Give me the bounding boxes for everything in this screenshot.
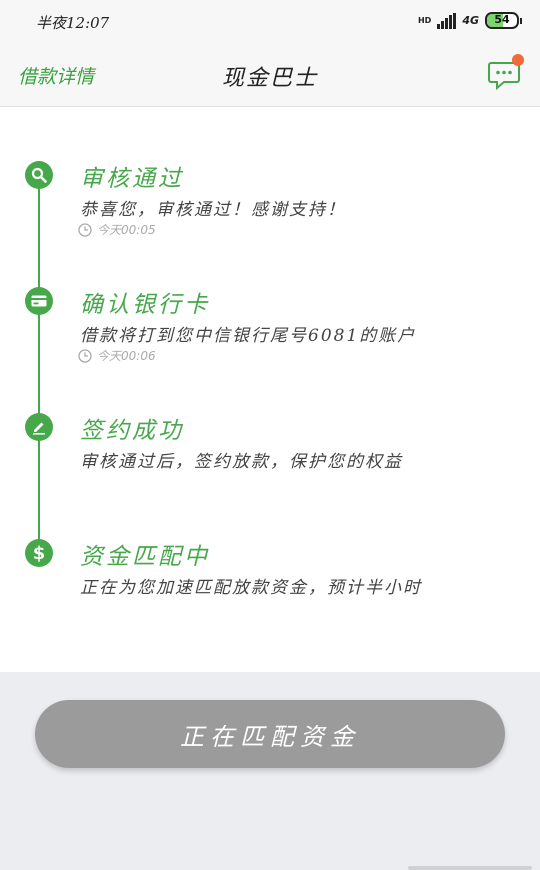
timeline-line bbox=[38, 175, 40, 563]
step-node bbox=[25, 161, 53, 189]
status-time: 半夜12:07 bbox=[36, 14, 110, 32]
matching-funds-button[interactable]: 正在匹配资金 bbox=[35, 700, 505, 768]
page-title: 现金巴士 bbox=[221, 66, 318, 91]
battery-level: 54 bbox=[494, 13, 510, 26]
step-time-text: 今天00:06 bbox=[97, 349, 156, 363]
hd-indicator: HD bbox=[417, 15, 432, 25]
step-description: 正在为您加速匹配放款资金，预计半小时 bbox=[80, 578, 422, 598]
clock-icon bbox=[78, 222, 92, 237]
app-header: 借款详情 现金巴士 bbox=[0, 44, 540, 107]
step-node: $ bbox=[25, 539, 53, 567]
step-title: 资金匹配中 bbox=[80, 544, 210, 570]
svg-text:$: $ bbox=[33, 543, 46, 563]
battery-icon: 54 bbox=[485, 12, 519, 29]
status-bar: 半夜12:07 HD 4G 54 bbox=[0, 0, 540, 44]
step-title: 确认银行卡 bbox=[80, 292, 210, 318]
step-title: 签约成功 bbox=[80, 418, 184, 444]
dollar-icon: $ bbox=[33, 543, 46, 563]
step-time: 今天00:05 bbox=[78, 221, 156, 238]
clock-icon bbox=[78, 348, 92, 363]
step-description: 审核通过后，签约放款，保护您的权益 bbox=[80, 452, 403, 472]
search-icon bbox=[31, 167, 47, 183]
status-icons: HD 4G 54 bbox=[418, 12, 522, 29]
progress-timeline: 审核通过 恭喜您，审核通过！感谢支持！ 今天00:05 确认银行卡 借款将打到您… bbox=[0, 107, 540, 672]
step-time-text: 今天00:05 bbox=[97, 223, 156, 237]
network-type: 4G bbox=[462, 14, 479, 27]
bank-card-icon bbox=[31, 295, 47, 307]
step-title: 审核通过 bbox=[80, 166, 184, 192]
step-node bbox=[25, 413, 53, 441]
signal-icon bbox=[437, 12, 457, 29]
step-node bbox=[25, 287, 53, 315]
home-indicator bbox=[408, 866, 532, 870]
step-time: 今天00:06 bbox=[78, 347, 156, 364]
step-description: 借款将打到您中信银行尾号6081的账户 bbox=[80, 326, 417, 346]
pen-icon bbox=[33, 422, 45, 435]
step-description: 恭喜您，审核通过！感谢支持！ bbox=[80, 200, 346, 220]
message-button[interactable] bbox=[486, 54, 524, 92]
notification-badge bbox=[512, 54, 524, 66]
